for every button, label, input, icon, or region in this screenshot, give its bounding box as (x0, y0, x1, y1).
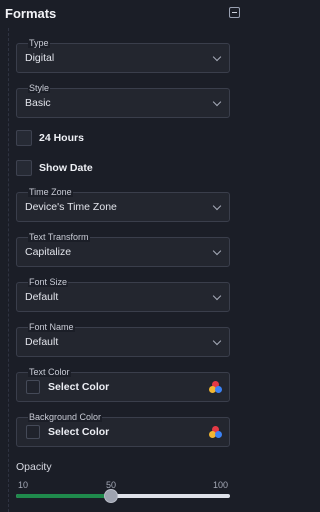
chevron-down-icon (212, 291, 222, 301)
time-zone-label: Time Zone (28, 187, 73, 197)
palette-icon[interactable] (209, 381, 222, 394)
chevron-down-icon (212, 246, 222, 256)
text-transform-label: Text Transform (28, 232, 90, 242)
text-transform-value: Capitalize (25, 246, 72, 258)
text-color-label: Text Color (28, 367, 71, 377)
opacity-max-label: 100 (213, 480, 229, 490)
type-label: Type (28, 38, 50, 48)
opacity-slider-track[interactable] (16, 494, 230, 498)
style-value: Basic (25, 97, 51, 109)
color-swatch (26, 425, 40, 439)
toggle-show-date[interactable]: Show Date (16, 160, 230, 180)
font-name-value: Default (25, 336, 59, 348)
font-size-value: Default (25, 291, 59, 303)
chevron-down-icon (212, 201, 222, 211)
opacity-min-label: 10 (18, 480, 29, 490)
background-color-button-label: Select Color (48, 426, 110, 438)
font-size-label: Font Size (28, 277, 69, 287)
chevron-down-icon (212, 336, 222, 346)
opacity-label: Opacity (16, 461, 52, 473)
time-zone-value: Device's Time Zone (25, 201, 117, 213)
color-swatch (26, 380, 40, 394)
collapse-icon[interactable] (229, 7, 240, 18)
type-value: Digital (25, 52, 55, 64)
opacity-slider-fill (16, 494, 112, 498)
show-date-checkbox[interactable] (16, 160, 32, 176)
section-title: Formats (5, 6, 57, 21)
opacity-slider-thumb[interactable] (104, 489, 119, 503)
formats-header: Formats (0, 0, 242, 28)
24-hours-label: 24 Hours (39, 132, 84, 144)
toggle-24-hours[interactable]: 24 Hours (16, 130, 230, 150)
font-name-label: Font Name (28, 322, 75, 332)
show-date-label: Show Date (39, 162, 93, 174)
style-label: Style (28, 83, 51, 93)
chevron-down-icon (212, 97, 222, 107)
background-color-label: Background Color (28, 412, 103, 422)
text-color-button-label: Select Color (48, 381, 110, 393)
chevron-down-icon (212, 52, 222, 62)
24-hours-checkbox[interactable] (16, 130, 32, 146)
palette-icon[interactable] (209, 426, 222, 439)
